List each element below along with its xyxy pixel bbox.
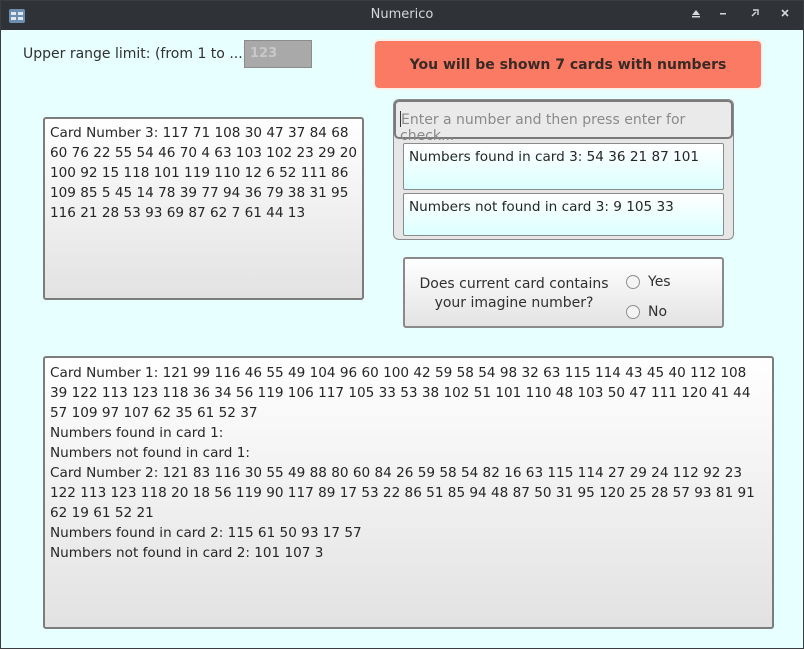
- keep-above-icon[interactable]: [688, 7, 704, 23]
- numbers-found-field: Numbers found in card 3: 54 36 21 87 101: [403, 143, 724, 190]
- radio-no-circle[interactable]: [626, 305, 640, 319]
- log-line: Card Number 1: 121 99 116 46 55 49 104 9…: [50, 365, 751, 421]
- log-line: Card Number 2: 121 83 116 30 55 49 88 80…: [50, 465, 755, 521]
- minimize-icon[interactable]: [715, 7, 731, 23]
- range-input[interactable]: 123: [244, 40, 312, 68]
- numbers-not-found-field: Numbers not found in card 3: 9 105 33: [403, 193, 724, 236]
- check-group: Enter a number and then press enter for …: [393, 99, 734, 240]
- number-check-placeholder: Enter a number and then press enter for …: [400, 112, 686, 144]
- maximize-icon[interactable]: [747, 7, 763, 23]
- radio-no[interactable]: No: [626, 304, 667, 320]
- title-bar[interactable]: Numerico: [1, 1, 803, 30]
- question-line-2: your imagine number?: [434, 295, 594, 311]
- radio-yes-label: Yes: [648, 274, 671, 290]
- question-box: Does current card contains your imagine …: [403, 257, 724, 328]
- log-line: Numbers found in card 1:: [50, 425, 224, 441]
- question-line-1: Does current card contains: [419, 276, 609, 292]
- main-content: Upper range limit: (from 1 to ...) 123 Y…: [1, 30, 803, 648]
- app-window: Numerico Upper range limit: (from 1 to .…: [0, 0, 804, 649]
- number-check-input[interactable]: Enter a number and then press enter for …: [394, 100, 733, 144]
- question-text: Does current card contains your imagine …: [419, 275, 609, 313]
- info-banner: You will be shown 7 cards with numbers: [373, 39, 763, 90]
- log-line: Numbers not found in card 1:: [50, 445, 250, 461]
- history-log: Card Number 1: 121 99 116 46 55 49 104 9…: [43, 356, 774, 629]
- log-line: Numbers not found in card 2: 101 107 3: [50, 545, 324, 561]
- window-title: Numerico: [370, 7, 434, 22]
- radio-yes[interactable]: Yes: [626, 274, 671, 290]
- radio-yes-circle[interactable]: [626, 275, 640, 289]
- close-icon[interactable]: [777, 7, 793, 23]
- range-label: Upper range limit: (from 1 to ...): [23, 46, 249, 62]
- current-card-text: Card Number 3: 117 71 108 30 47 37 84 68…: [43, 117, 364, 300]
- log-line: Numbers found in card 2: 115 61 50 93 17…: [50, 525, 362, 541]
- radio-no-label: No: [648, 304, 668, 320]
